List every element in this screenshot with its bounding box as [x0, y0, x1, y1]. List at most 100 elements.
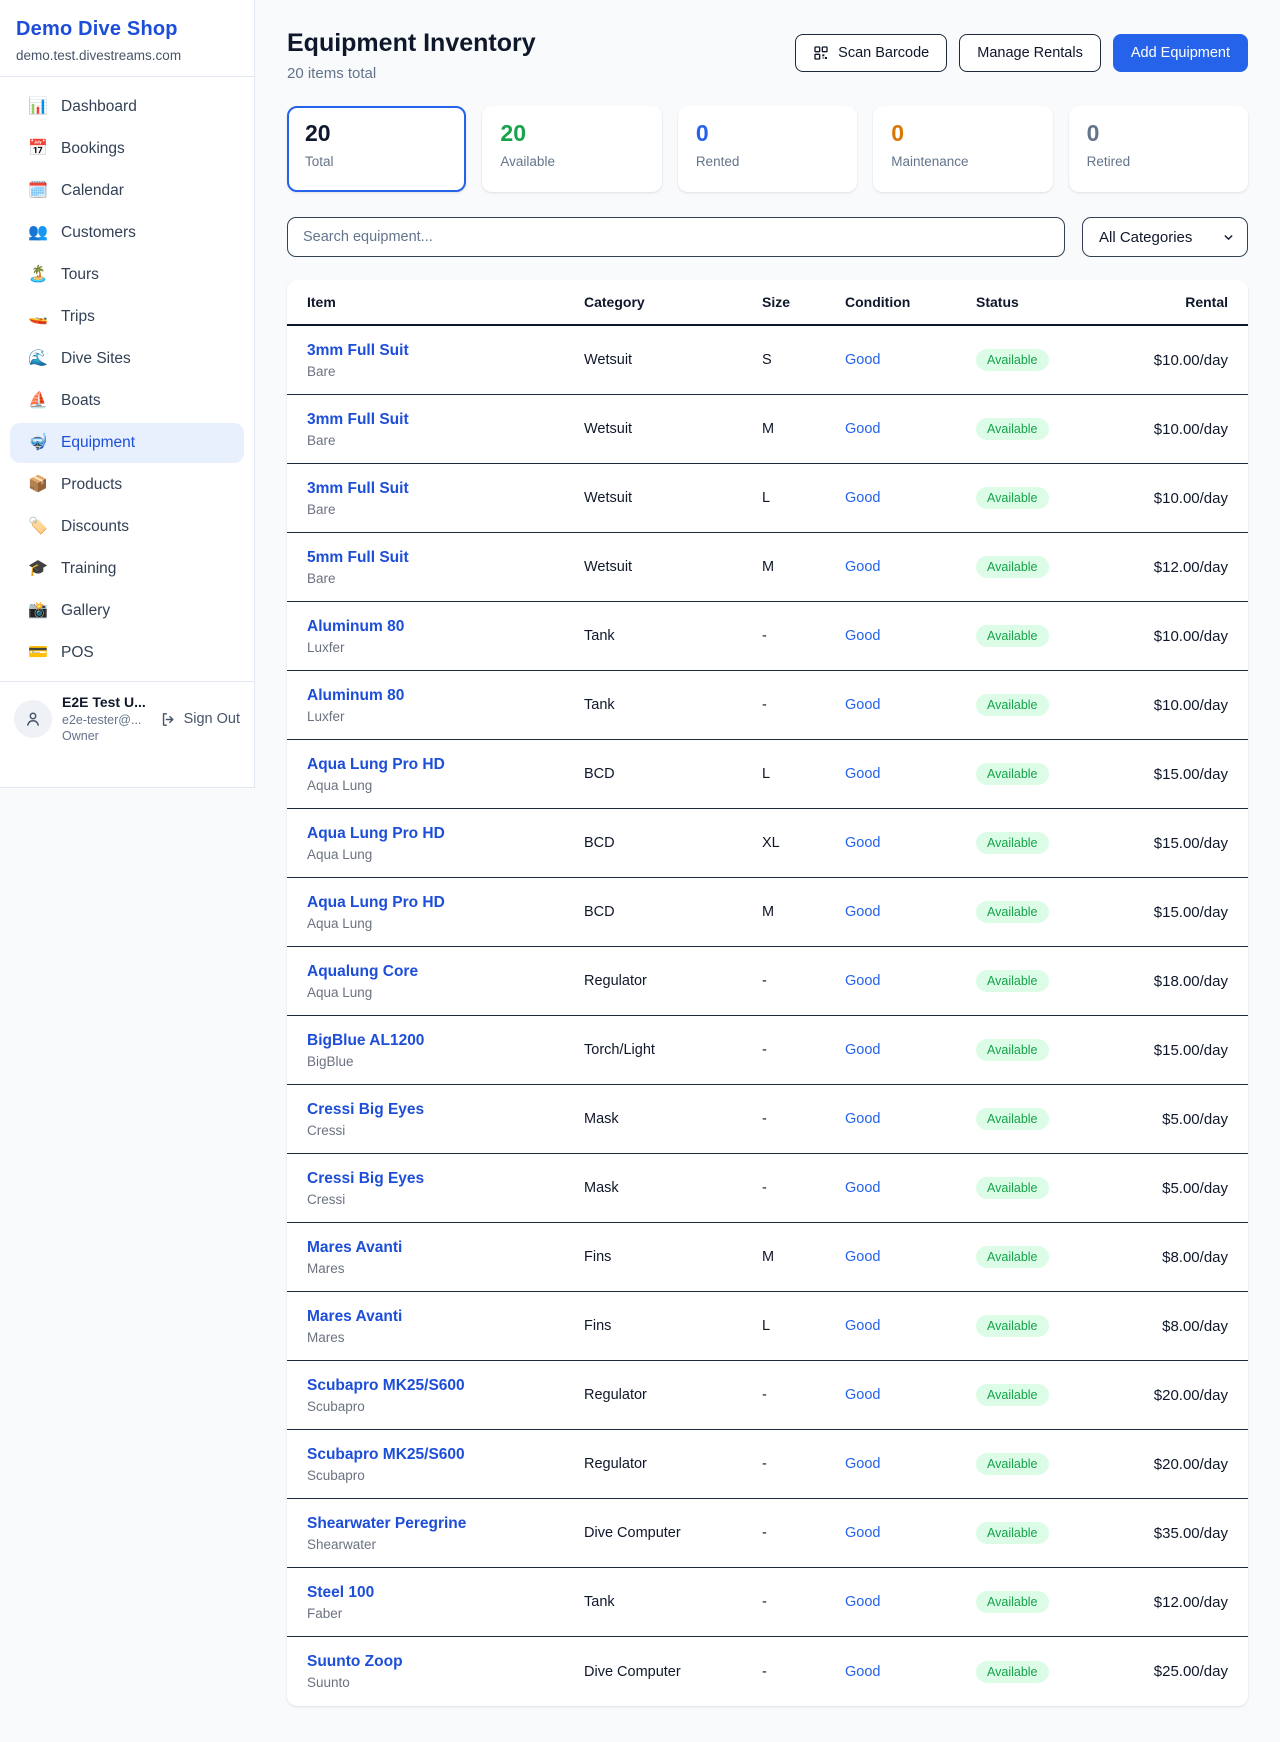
item-cell: 3mm Full Suit Bare: [307, 342, 584, 379]
size-cell: S: [762, 352, 845, 368]
condition-link[interactable]: Good: [845, 1525, 976, 1541]
rental-cell: $5.00/day: [1128, 1180, 1228, 1197]
add-equipment-button[interactable]: Add Equipment: [1113, 34, 1248, 72]
status-cell: Available: [976, 1039, 1128, 1061]
table-row: Aqualung Core Aqua Lung Regulator - Good…: [287, 947, 1248, 1016]
stat-card-total[interactable]: 20 Total: [287, 106, 466, 192]
item-name-link[interactable]: Mares Avanti: [307, 1239, 584, 1257]
condition-link[interactable]: Good: [845, 490, 976, 506]
sidebar-item-gallery[interactable]: 📸 Gallery: [10, 591, 244, 631]
sidebar-item-boats[interactable]: ⛵ Boats: [10, 381, 244, 421]
size-cell: -: [762, 697, 845, 713]
condition-link[interactable]: Good: [845, 1180, 976, 1196]
condition-link[interactable]: Good: [845, 697, 976, 713]
sidebar-item-tours[interactable]: 🏝️ Tours: [10, 255, 244, 295]
item-name-link[interactable]: 5mm Full Suit: [307, 549, 584, 567]
item-name-link[interactable]: Aluminum 80: [307, 687, 584, 705]
item-name-link[interactable]: Shearwater Peregrine: [307, 1515, 584, 1533]
condition-link[interactable]: Good: [845, 421, 976, 437]
sidebar-item-bookings[interactable]: 📅 Bookings: [10, 129, 244, 169]
item-name-link[interactable]: Scubapro MK25/S600: [307, 1377, 584, 1395]
condition-link[interactable]: Good: [845, 766, 976, 782]
sidebar-item-training[interactable]: 🎓 Training: [10, 549, 244, 589]
condition-link[interactable]: Good: [845, 1111, 976, 1127]
sidebar-item-pos[interactable]: 💳 POS: [10, 633, 244, 673]
condition-link[interactable]: Good: [845, 1042, 976, 1058]
person-icon: [24, 710, 42, 728]
bookings-icon: 📅: [28, 138, 48, 160]
item-name-link[interactable]: Cressi Big Eyes: [307, 1170, 584, 1188]
table-row: Mares Avanti Mares Fins M Good Available…: [287, 1223, 1248, 1292]
item-name-link[interactable]: Cressi Big Eyes: [307, 1101, 584, 1119]
table-row: Suunto Zoop Suunto Dive Computer - Good …: [287, 1637, 1248, 1706]
table-row: Scubapro MK25/S600 Scubapro Regulator - …: [287, 1361, 1248, 1430]
barcode-icon: [813, 45, 829, 61]
item-name-link[interactable]: Aqualung Core: [307, 963, 584, 981]
sidebar-item-customers[interactable]: 👥 Customers: [10, 213, 244, 253]
status-badge: Available: [976, 418, 1049, 440]
condition-link[interactable]: Good: [845, 835, 976, 851]
condition-link[interactable]: Good: [845, 559, 976, 575]
customers-icon: 👥: [28, 222, 48, 244]
size-cell: -: [762, 1387, 845, 1403]
size-cell: -: [762, 1042, 845, 1058]
trips-icon: 🚤: [28, 306, 48, 328]
stat-card-available[interactable]: 20 Available: [482, 106, 661, 192]
table-row: 5mm Full Suit Bare Wetsuit M Good Availa…: [287, 533, 1248, 602]
item-name-link[interactable]: Aluminum 80: [307, 618, 584, 636]
pos-icon: 💳: [28, 642, 48, 664]
sign-out-button[interactable]: Sign Out: [160, 711, 240, 728]
condition-link[interactable]: Good: [845, 1456, 976, 1472]
item-cell: Aqua Lung Pro HD Aqua Lung: [307, 894, 584, 931]
item-name-link[interactable]: Aqua Lung Pro HD: [307, 756, 584, 774]
rental-cell: $8.00/day: [1128, 1249, 1228, 1266]
stat-card-rented[interactable]: 0 Rented: [678, 106, 857, 192]
rental-cell: $5.00/day: [1128, 1111, 1228, 1128]
size-cell: -: [762, 973, 845, 989]
rental-cell: $15.00/day: [1128, 904, 1228, 921]
condition-link[interactable]: Good: [845, 1664, 976, 1680]
sidebar-item-equipment[interactable]: 🤿 Equipment: [10, 423, 244, 463]
item-name-link[interactable]: Steel 100: [307, 1584, 584, 1602]
condition-link[interactable]: Good: [845, 1387, 976, 1403]
condition-link[interactable]: Good: [845, 973, 976, 989]
rental-cell: $10.00/day: [1128, 697, 1228, 714]
condition-link[interactable]: Good: [845, 904, 976, 920]
item-name-link[interactable]: Suunto Zoop: [307, 1653, 584, 1671]
item-name-link[interactable]: BigBlue AL1200: [307, 1032, 584, 1050]
category-cell: Wetsuit: [584, 559, 762, 575]
sidebar-item-dashboard[interactable]: 📊 Dashboard: [10, 87, 244, 127]
equipment-table: Item Category Size Condition Status Rent…: [287, 280, 1248, 1706]
item-name-link[interactable]: 3mm Full Suit: [307, 480, 584, 498]
table-row: Cressi Big Eyes Cressi Mask - Good Avail…: [287, 1154, 1248, 1223]
item-brand: BigBlue: [307, 1054, 584, 1069]
condition-link[interactable]: Good: [845, 1318, 976, 1334]
sidebar-item-products[interactable]: 📦 Products: [10, 465, 244, 505]
item-name-link[interactable]: Mares Avanti: [307, 1308, 584, 1326]
sign-out-icon: [160, 711, 177, 728]
scan-barcode-button[interactable]: Scan Barcode: [795, 34, 947, 72]
sidebar-item-discounts[interactable]: 🏷️ Discounts: [10, 507, 244, 547]
stat-card-maintenance[interactable]: 0 Maintenance: [873, 106, 1052, 192]
manage-rentals-button[interactable]: Manage Rentals: [959, 34, 1101, 72]
item-cell: Shearwater Peregrine Shearwater: [307, 1515, 584, 1552]
condition-link[interactable]: Good: [845, 352, 976, 368]
item-name-link[interactable]: Scubapro MK25/S600: [307, 1446, 584, 1464]
stat-card-retired[interactable]: 0 Retired: [1069, 106, 1248, 192]
sidebar-item-trips[interactable]: 🚤 Trips: [10, 297, 244, 337]
condition-link[interactable]: Good: [845, 1249, 976, 1265]
item-name-link[interactable]: Aqua Lung Pro HD: [307, 894, 584, 912]
item-name-link[interactable]: 3mm Full Suit: [307, 411, 584, 429]
table-row: Mares Avanti Mares Fins L Good Available…: [287, 1292, 1248, 1361]
sidebar-item-calendar[interactable]: 🗓️ Calendar: [10, 171, 244, 211]
item-name-link[interactable]: 3mm Full Suit: [307, 342, 584, 360]
search-input[interactable]: [287, 217, 1065, 257]
condition-link[interactable]: Good: [845, 628, 976, 644]
condition-link[interactable]: Good: [845, 1594, 976, 1610]
category-cell: Dive Computer: [584, 1664, 762, 1680]
sidebar-item-dive-sites[interactable]: 🌊 Dive Sites: [10, 339, 244, 379]
status-badge: Available: [976, 694, 1049, 716]
item-name-link[interactable]: Aqua Lung Pro HD: [307, 825, 584, 843]
category-select[interactable]: All Categories: [1082, 217, 1248, 257]
status-badge: Available: [976, 349, 1049, 371]
